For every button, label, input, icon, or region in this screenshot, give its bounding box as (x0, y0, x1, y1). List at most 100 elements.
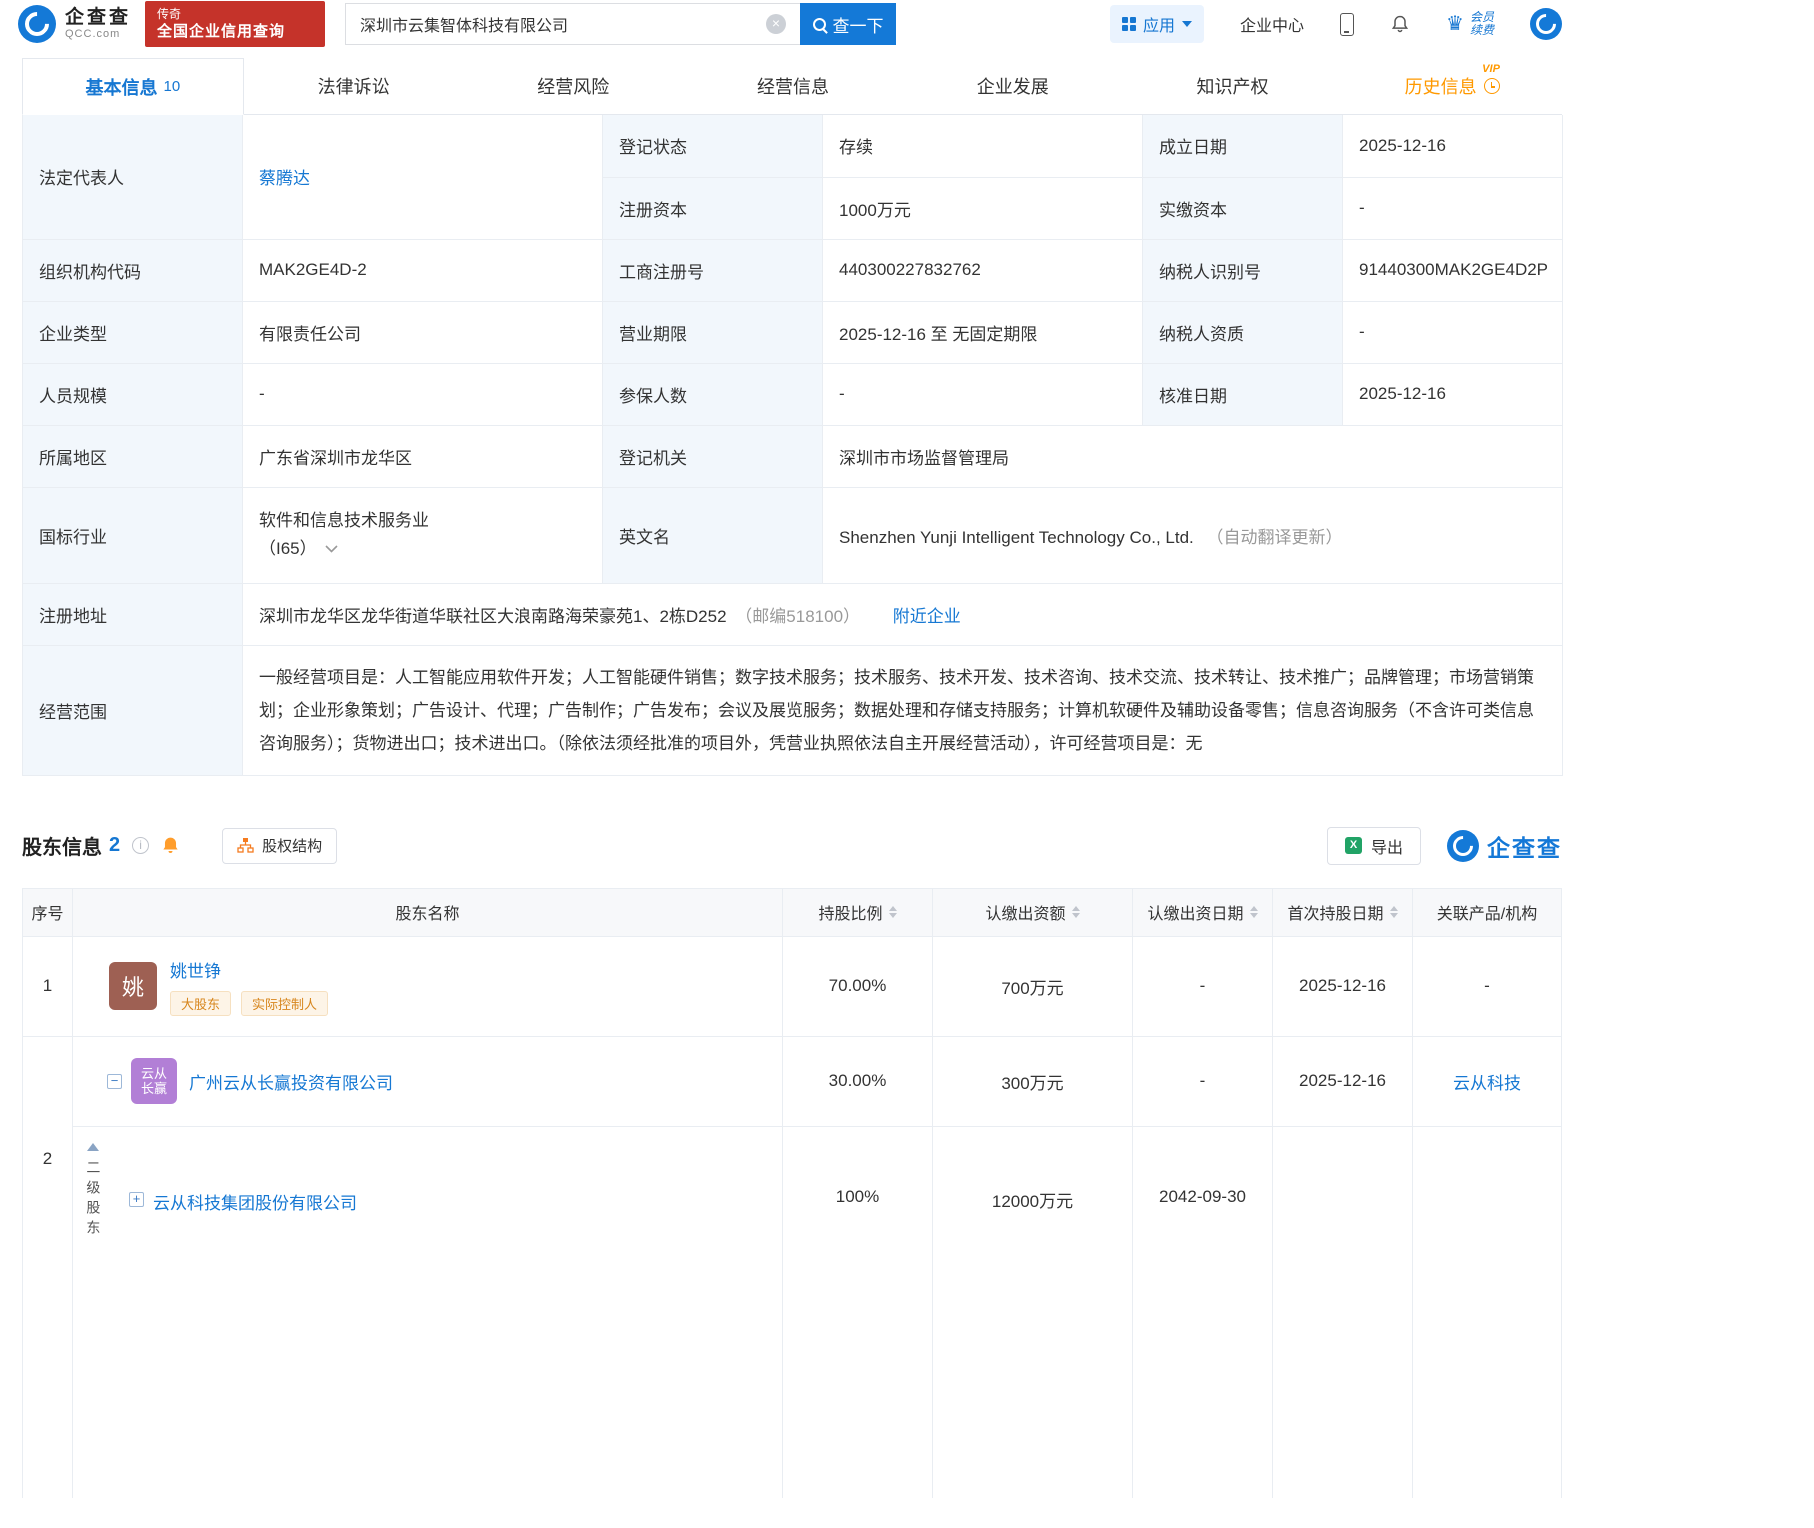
info-icon[interactable]: i (132, 837, 150, 854)
shareholder-name-link[interactable]: 姚世铮 (170, 957, 221, 982)
equity-structure-label: 股权结构 (262, 838, 323, 855)
row2-no: 2 (23, 1036, 73, 1498)
main-content: 基本信息 10 法律诉讼 经营风险 经营信息 企业发展 知识产权 历史信息 VI… (22, 58, 1563, 1498)
tab-basic-info-count: 10 (163, 78, 181, 95)
tab-basic-info[interactable]: 基本信息 10 (22, 58, 244, 115)
row1-sub-date: - (1133, 936, 1273, 1036)
qcc-logo[interactable]: 企查查 QCC.com (18, 5, 131, 43)
row2-related: 云从科技 (1413, 1037, 1561, 1126)
taxpayer-id-label: 纳税人识别号 (1142, 238, 1343, 302)
sort-icon[interactable] (888, 906, 897, 918)
address-postcode: （邮编518100） (735, 606, 861, 626)
tab-business-risk[interactable]: 经营风险 (463, 58, 683, 114)
child-related (1413, 1127, 1561, 1498)
collapse-minus-icon[interactable]: − (107, 1073, 122, 1089)
company-type-label: 企业类型 (22, 300, 243, 364)
tab-intellectual-property[interactable]: 知识产权 (1123, 58, 1343, 114)
child-sub-date: 2042-09-30 (1133, 1126, 1273, 1498)
caret-down-icon (1182, 21, 1193, 27)
org-chart-icon (237, 838, 254, 853)
tab-business-info[interactable]: 经营信息 (683, 58, 903, 114)
logo-cn: 企查查 (65, 6, 132, 28)
qcc-logo-text: 企查查 QCC.com (65, 6, 132, 41)
vip-renew[interactable]: ♛ 会员 续费 (1446, 11, 1494, 37)
col-first-date[interactable]: 首次持股日期 (1273, 888, 1413, 936)
crown-icon: ♛ (1446, 13, 1464, 35)
search-button[interactable]: 查一下 (800, 3, 897, 45)
tab-company-development[interactable]: 企业发展 (903, 58, 1123, 114)
equity-structure-button[interactable]: 股权结构 (222, 827, 338, 864)
legal-rep-link[interactable]: 蔡腾达 (259, 169, 310, 188)
tab-history-info-label: 历史信息 (1404, 77, 1477, 97)
vip-line2: 续费 (1469, 23, 1494, 37)
notification-bell-icon[interactable] (1390, 14, 1410, 34)
vip-renew-label: 会员 续费 (1470, 11, 1494, 37)
expand-plus-icon[interactable]: + (129, 1191, 144, 1207)
export-button[interactable]: X 导出 (1326, 826, 1421, 865)
major-shareholder-tag: 大股东 (170, 990, 232, 1016)
tab-intellectual-property-label: 知识产权 (1196, 77, 1269, 97)
collapse-triangle-icon[interactable] (87, 1142, 99, 1151)
tab-legal-litigation[interactable]: 法律诉讼 (244, 58, 464, 114)
approval-date-value: 2025-12-16 (1342, 362, 1563, 426)
tab-basic-info-label: 基本信息 (85, 77, 158, 98)
chevron-down-icon[interactable] (325, 545, 338, 553)
industry-label: 国标行业 (22, 486, 243, 584)
col-amount[interactable]: 认缴出资额 (933, 888, 1133, 936)
establish-date-value: 2025-12-16 (1342, 115, 1563, 178)
logo-en: QCC.com (65, 28, 121, 41)
establish-date-label: 成立日期 (1142, 115, 1343, 178)
sort-icon[interactable] (1071, 906, 1080, 918)
promo-line1: 传奇 (157, 6, 182, 21)
sort-icon[interactable] (1249, 906, 1258, 918)
promo-line2: 全国企业信用查询 (157, 22, 286, 40)
taxpayer-quality-label: 纳税人资质 (1142, 300, 1343, 364)
mobile-app-icon[interactable] (1340, 12, 1355, 36)
nearby-companies-link[interactable]: 附近企业 (893, 607, 961, 626)
search-button-label: 查一下 (832, 16, 884, 36)
org-code-label: 组织机构代码 (22, 238, 243, 302)
shareholder-table-header: 序号 股东名称 持股比例 认缴出资额 认缴出资日期 首次持股日期 关联产品/机构 (23, 888, 1561, 937)
insured-count-label: 参保人数 (602, 362, 823, 426)
user-avatar[interactable] (1530, 8, 1562, 40)
qcc-logo-icon (18, 5, 56, 43)
qcc-watermark-icon (1447, 829, 1479, 862)
org-code-value: MAK2GE4D-2 (242, 238, 603, 302)
english-name-text: Shenzhen Yunji Intelligent Technology Co… (839, 527, 1194, 547)
nav-apps[interactable]: 应用 (1110, 5, 1205, 43)
search-box: × 查一下 (345, 3, 897, 45)
excel-icon: X (1344, 837, 1362, 854)
sort-icon[interactable] (1389, 906, 1398, 918)
reg-capital-label: 注册资本 (602, 176, 823, 240)
auto-translate-note[interactable]: （自动翻译更新） (1206, 528, 1342, 547)
row1-amount: 700万元 (933, 936, 1133, 1036)
search-input[interactable] (345, 3, 801, 45)
child-name-cell: + 云从科技集团股份有限公司 (113, 1126, 783, 1498)
child-shareholder-name-link[interactable]: 云从科技集团股份有限公司 (153, 1189, 357, 1214)
reg-authority-value: 深圳市市场监督管理局 (822, 424, 1563, 488)
row2-name-cell: − 云从 长赢 广州云从长赢投资有限公司 (73, 1036, 783, 1126)
biz-term-value: 2025-12-16 至 无固定期限 (822, 300, 1143, 364)
col-sub-date[interactable]: 认缴出资日期 (1133, 888, 1273, 936)
staff-size-value: - (242, 362, 603, 426)
shareholder-row-2: 2 − 云从 长赢 广州云从长赢投资有限公司 30.00% 300万元 - 20… (23, 1036, 1561, 1498)
col-no: 序号 (23, 888, 73, 936)
company-type-value: 有限责任公司 (242, 300, 603, 364)
row2-parent-subrow: − 云从 长赢 广州云从长赢投资有限公司 30.00% 300万元 - 2025… (73, 1036, 1561, 1127)
col-ratio[interactable]: 持股比例 (783, 888, 933, 936)
avatar-line2: 长赢 (140, 1081, 167, 1096)
vip-badge: VIP (1482, 63, 1500, 75)
clear-icon[interactable]: × (766, 14, 787, 34)
row1-name-cell: 姚 姚世铮 大股东 实际控制人 (73, 936, 783, 1036)
tier-label: 二级股东 (85, 1159, 102, 1240)
row2-ratio: 30.00% (783, 1036, 933, 1126)
tab-history-info[interactable]: 历史信息 VIP (1342, 58, 1562, 114)
taxpayer-id-value: 91440300MAK2GE4D2P (1342, 238, 1563, 302)
nav-enterprise-center[interactable]: 企业中心 (1240, 12, 1304, 36)
subscribe-bell-icon[interactable] (161, 836, 180, 855)
row1-first-date: 2025-12-16 (1273, 936, 1413, 1036)
region-label: 所属地区 (22, 424, 243, 488)
related-product-link[interactable]: 云从科技 (1453, 1069, 1521, 1094)
shareholder-name-link[interactable]: 广州云从长赢投资有限公司 (189, 1069, 393, 1094)
tab-business-info-label: 经营信息 (757, 77, 830, 97)
